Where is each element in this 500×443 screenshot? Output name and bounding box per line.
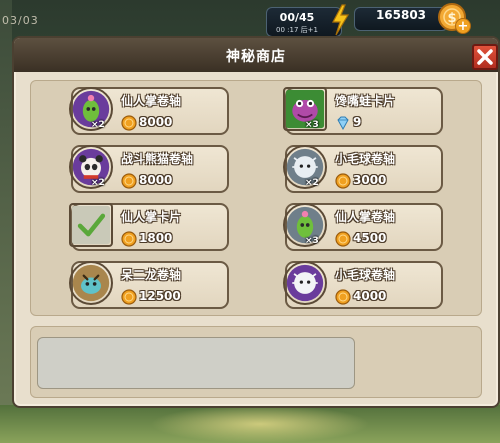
energy-timer: 00 :17 后+1	[276, 26, 318, 34]
item-price: 8000	[139, 115, 173, 129]
item-name: 呆二龙卷轴	[121, 268, 182, 282]
energy-count: 00/45	[279, 11, 315, 24]
gold-amount: 165803	[375, 8, 427, 22]
background-glow	[150, 405, 370, 443]
item-name: 仙人掌卡片	[121, 210, 182, 224]
lightning-bolt-icon	[332, 4, 350, 36]
gold-coin-icon	[121, 115, 137, 131]
shop-items-grid: ×2 仙人掌卷轴 8000 ×3 馋嘴蛙卡片 9 ×2 战斗熊猫卷轴 8000 …	[30, 80, 482, 316]
item-name: 仙人掌卷轴	[121, 94, 182, 108]
item-info-area	[30, 326, 482, 398]
dragon-scroll-icon	[69, 261, 113, 305]
background-scene-left	[0, 0, 12, 443]
item-price: 8000	[139, 173, 173, 187]
gold-coin-icon	[121, 231, 137, 247]
item-quantity: ×2	[91, 120, 105, 130]
shop-header: 神秘商店	[14, 38, 498, 72]
item-price: 3000	[353, 173, 387, 187]
close-icon	[477, 49, 493, 65]
item-quantity: ×2	[91, 178, 105, 188]
shop-item[interactable]: ×3 仙人掌卷轴 4500	[283, 203, 443, 251]
shop-item[interactable]: ×2 仙人掌卷轴 8000	[69, 87, 229, 135]
checkmark-card-icon	[69, 203, 113, 247]
shop-title: 神秘商店	[226, 49, 286, 65]
item-price: 12500	[139, 289, 181, 303]
shop-panel: 神秘商店 ×2 仙人掌卷轴 8000 ×3 馋嘴蛙卡片 9 ×2 战斗熊猫卷轴 …	[12, 36, 500, 408]
item-price: 4000	[353, 289, 387, 303]
gold-coin-icon	[335, 289, 351, 305]
diamond-icon	[337, 116, 349, 131]
gold-coin-icon	[121, 173, 137, 189]
add-gold-button[interactable]: +	[455, 18, 471, 34]
shop-item[interactable]: ×3 馋嘴蛙卡片 9	[283, 87, 443, 135]
gold-counter[interactable]: 165803	[354, 7, 448, 31]
item-name: 小毛球卷轴	[335, 268, 396, 282]
level-indicator: 03/03	[2, 14, 39, 27]
gold-coin-icon	[121, 289, 137, 305]
item-name: 馋嘴蛙卡片	[335, 94, 396, 108]
gold-coin-icon	[335, 173, 351, 189]
gold-coin-icon	[335, 231, 351, 247]
shop-item[interactable]: 仙人掌卡片 1800	[69, 203, 229, 251]
furball-scroll-icon	[283, 261, 327, 305]
shop-item[interactable]: 小毛球卷轴 4000	[283, 261, 443, 309]
shop-item[interactable]: ×2 战斗熊猫卷轴 8000	[69, 145, 229, 193]
item-name: 仙人掌卷轴	[335, 210, 396, 224]
shop-item[interactable]: 呆二龙卷轴 12500	[69, 261, 229, 309]
close-button[interactable]	[472, 44, 498, 70]
item-quantity: ×2	[305, 178, 319, 188]
item-price: 4500	[353, 231, 387, 245]
item-quantity: ×3	[305, 120, 319, 130]
item-name: 小毛球卷轴	[335, 152, 396, 166]
item-name: 战斗熊猫卷轴	[121, 152, 194, 166]
item-quantity: ×3	[305, 236, 319, 246]
shop-item[interactable]: ×2 小毛球卷轴 3000	[283, 145, 443, 193]
item-price: 1800	[139, 231, 173, 245]
item-price: 9	[353, 115, 362, 129]
item-description-box	[37, 337, 355, 389]
